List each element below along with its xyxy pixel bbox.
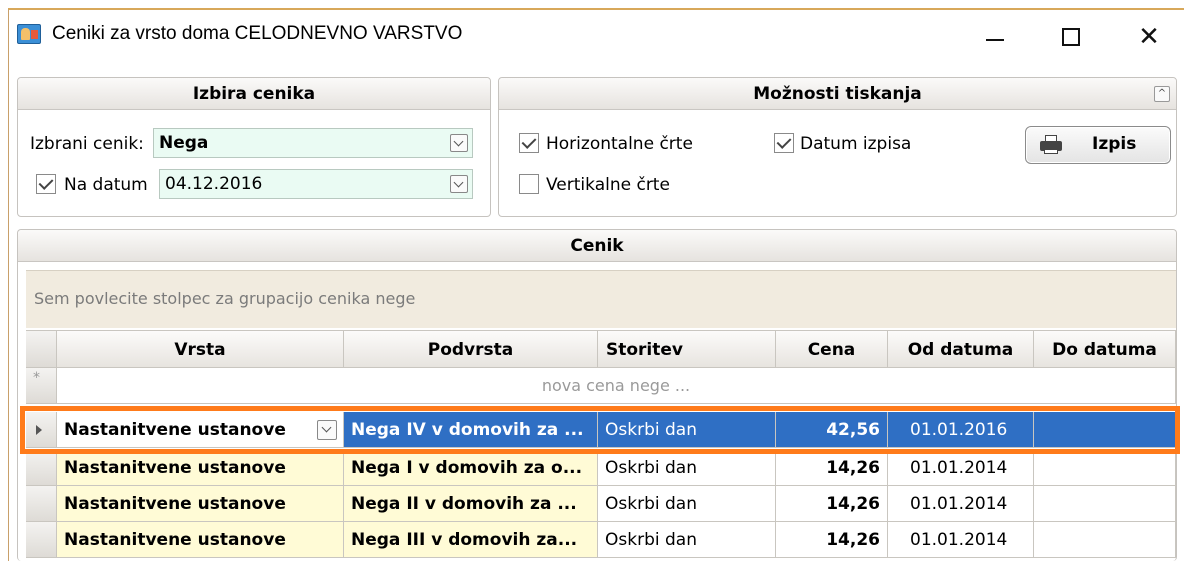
group-by-hint: Sem povlecite stolpec za grupacijo cenik… bbox=[34, 289, 416, 308]
panel-title-cenik: Cenik bbox=[18, 230, 1176, 262]
print-date-label: Datum izpisa bbox=[800, 134, 912, 154]
window-title: Ceniki za vrsto doma CELODNEVNO VARSTVO bbox=[52, 23, 463, 44]
panel-title-print: Možnosti tiskanja bbox=[499, 78, 1176, 110]
row-indicator bbox=[26, 412, 57, 448]
chevron-down-icon[interactable] bbox=[317, 420, 337, 440]
panel-title-selection: Izbira cenika bbox=[18, 78, 490, 110]
cell-vrsta[interactable]: Nastanitvene ustanove bbox=[57, 450, 344, 486]
horizontal-lines-label: Horizontalne črte bbox=[546, 134, 693, 154]
print-button-label: Izpis bbox=[1092, 134, 1137, 154]
print-button[interactable]: Izpis bbox=[1025, 126, 1171, 164]
row-indicator bbox=[26, 522, 57, 558]
cell-podvrsta[interactable]: Nega II v domovih za ... bbox=[344, 486, 598, 522]
maximize-button[interactable] bbox=[1036, 13, 1106, 61]
cell-od-datuma[interactable]: 01.01.2014 bbox=[888, 486, 1034, 522]
on-date-label: Na datum bbox=[64, 175, 148, 195]
column-header-storitev[interactable]: Storitev bbox=[598, 330, 776, 368]
minimize-button[interactable] bbox=[960, 13, 1030, 61]
date-value: 04.12.2016 bbox=[165, 174, 263, 194]
cell-storitev[interactable]: Oskrbi dan bbox=[598, 486, 776, 522]
app-icon bbox=[17, 24, 41, 44]
print-date-checkbox[interactable] bbox=[774, 133, 794, 153]
minimize-icon bbox=[986, 39, 1004, 41]
cell-podvrsta[interactable]: Nega I v domovih za o... bbox=[344, 450, 598, 486]
header-indicator-cell bbox=[26, 330, 57, 368]
close-button[interactable]: ✕ bbox=[1114, 13, 1184, 61]
cell-podvrsta[interactable]: Nega IV v domovih za ... bbox=[344, 412, 598, 448]
cell-cena[interactable]: 14,26 bbox=[776, 486, 888, 522]
selected-price-list-value: Nega bbox=[159, 133, 209, 153]
cell-cena[interactable]: 42,56 bbox=[776, 412, 888, 448]
column-header-cena[interactable]: Cena bbox=[776, 330, 888, 368]
cell-do-datuma[interactable] bbox=[1034, 522, 1176, 558]
group-by-area[interactable]: Sem povlecite stolpec za grupacijo cenik… bbox=[26, 270, 1176, 328]
cell-do-datuma[interactable] bbox=[1034, 450, 1176, 486]
cell-storitev[interactable]: Oskrbi dan bbox=[598, 412, 776, 448]
new-price-row[interactable]: * nova cena nege ... bbox=[26, 368, 1176, 404]
vertical-lines-label: Vertikalne črte bbox=[546, 175, 670, 195]
cell-vrsta[interactable]: Nastanitvene ustanove bbox=[57, 486, 344, 522]
cell-storitev[interactable]: Oskrbi dan bbox=[598, 522, 776, 558]
cell-do-datuma[interactable] bbox=[1034, 486, 1176, 522]
cell-cena[interactable]: 14,26 bbox=[776, 522, 888, 558]
on-date-checkbox[interactable] bbox=[36, 174, 56, 194]
vertical-lines-checkbox[interactable] bbox=[519, 174, 539, 194]
collapse-icon[interactable]: ^ bbox=[1154, 86, 1170, 102]
selected-price-list-combo[interactable]: Nega bbox=[153, 128, 473, 158]
cell-od-datuma[interactable]: 01.01.2014 bbox=[888, 522, 1034, 558]
cell-vrsta[interactable]: Nastanitvene ustanove bbox=[57, 412, 344, 448]
column-header-do-datuma[interactable]: Do datuma bbox=[1034, 330, 1176, 368]
date-picker[interactable]: 04.12.2016 bbox=[159, 169, 473, 199]
cell-cena[interactable]: 14,26 bbox=[776, 450, 888, 486]
cell-do-datuma[interactable] bbox=[1034, 412, 1176, 448]
table-row[interactable]: Nastanitvene ustanove Nega II v domovih … bbox=[26, 486, 1176, 522]
table-row[interactable]: Nastanitvene ustanove Nega I v domovih z… bbox=[26, 450, 1176, 486]
selected-price-list-label: Izbrani cenik: bbox=[30, 134, 144, 154]
cell-vrsta[interactable]: Nastanitvene ustanove bbox=[57, 522, 344, 558]
horizontal-lines-checkbox[interactable] bbox=[519, 133, 539, 153]
maximize-icon bbox=[1062, 28, 1080, 46]
chevron-down-icon[interactable] bbox=[450, 175, 468, 193]
grid-header: Vrsta Podvrsta Storitev Cena Od datuma D… bbox=[26, 330, 1176, 368]
close-icon: ✕ bbox=[1138, 22, 1160, 52]
cell-od-datuma[interactable]: 01.01.2016 bbox=[888, 412, 1034, 448]
cell-podvrsta[interactable]: Nega III v domovih za... bbox=[344, 522, 598, 558]
cell-od-datuma[interactable]: 01.01.2014 bbox=[888, 450, 1034, 486]
new-row-indicator: * bbox=[26, 368, 57, 404]
row-indicator bbox=[26, 450, 57, 486]
cell-storitev[interactable]: Oskrbi dan bbox=[598, 450, 776, 486]
table-row[interactable]: Nastanitvene ustanove Nega III v domovih… bbox=[26, 522, 1176, 558]
column-header-podvrsta[interactable]: Podvrsta bbox=[344, 330, 598, 368]
column-header-od-datuma[interactable]: Od datuma bbox=[888, 330, 1034, 368]
new-row-placeholder[interactable]: nova cena nege ... bbox=[57, 368, 1176, 404]
printer-icon bbox=[1040, 135, 1062, 154]
table-row[interactable]: Nastanitvene ustanove Nega IV v domovih … bbox=[26, 412, 1176, 448]
chevron-down-icon[interactable] bbox=[450, 134, 468, 152]
column-header-vrsta[interactable]: Vrsta bbox=[57, 330, 344, 368]
asterisk-icon: * bbox=[33, 370, 40, 386]
row-indicator bbox=[26, 486, 57, 522]
cell-vrsta-text: Nastanitvene ustanove bbox=[64, 420, 286, 440]
row-pointer-icon bbox=[36, 425, 42, 435]
